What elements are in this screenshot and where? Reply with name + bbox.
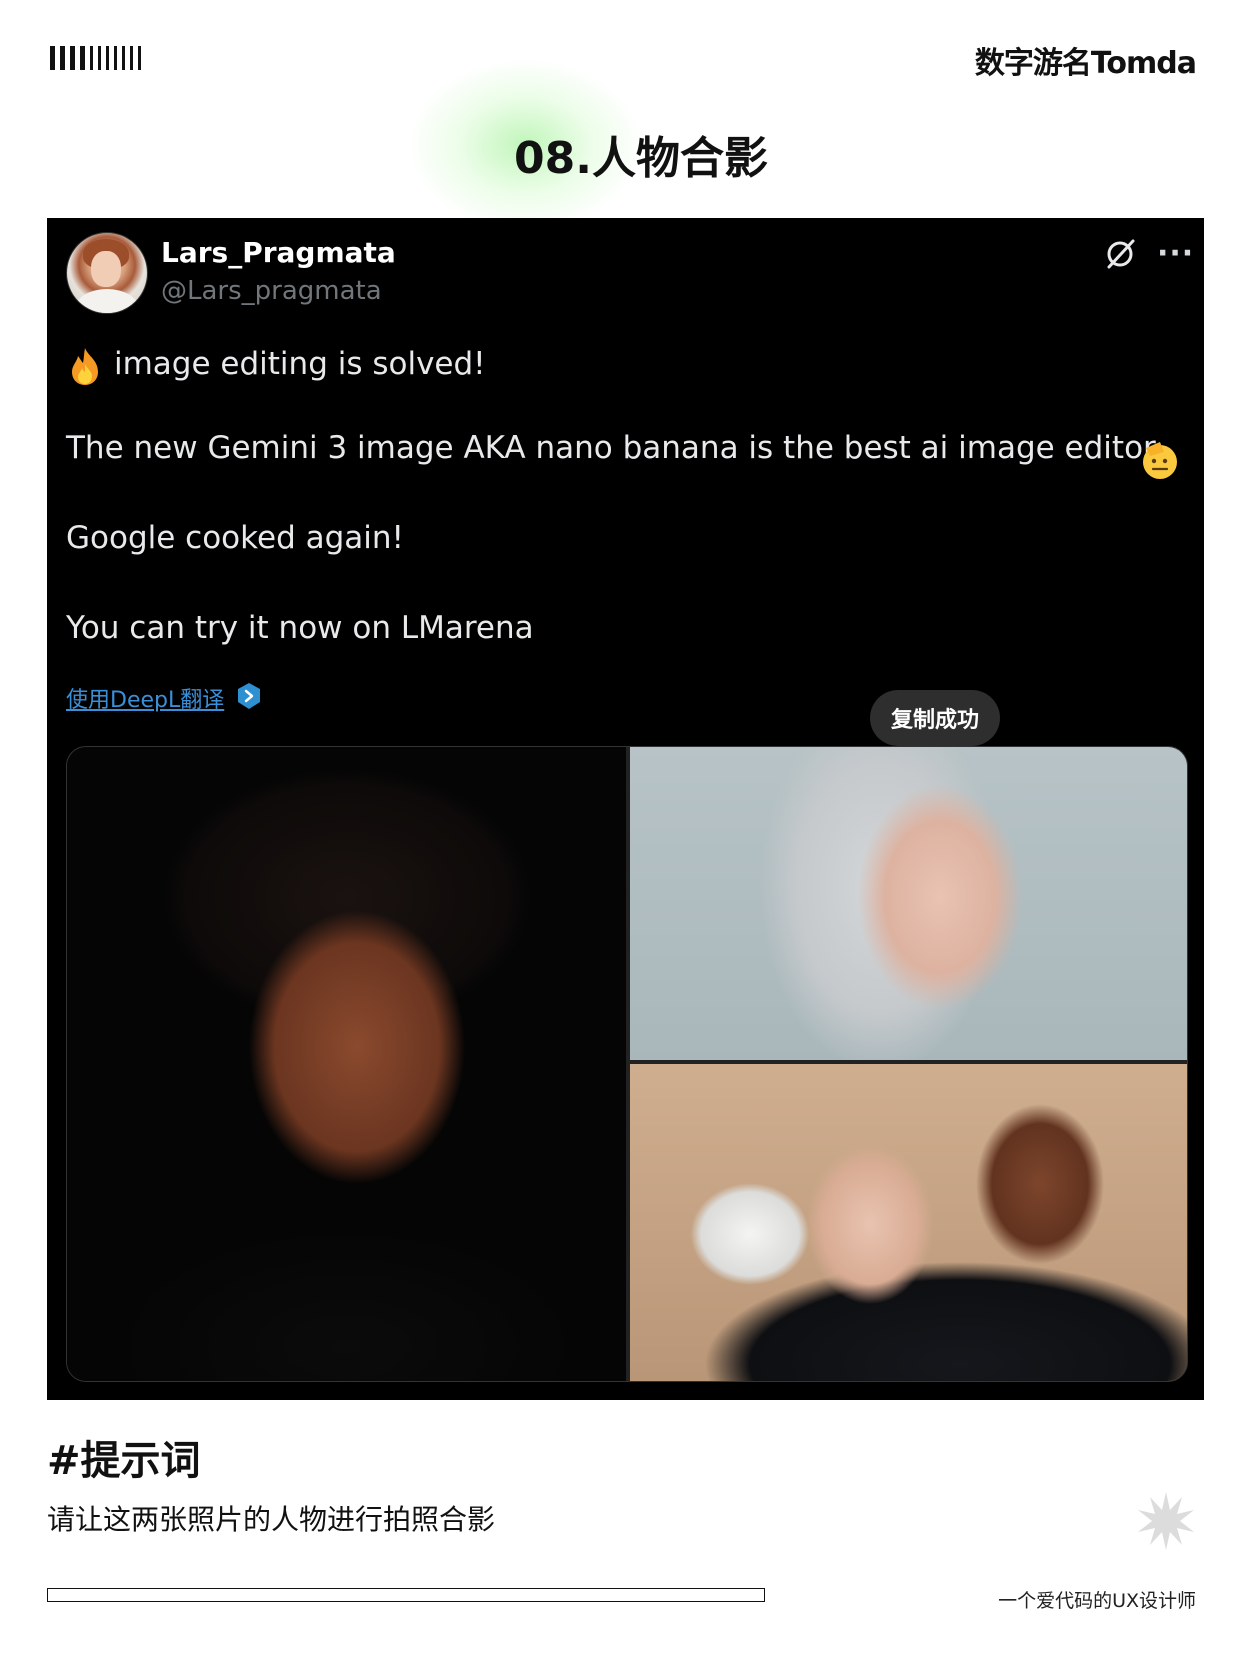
photo-portrait-left[interactable] [67, 747, 626, 1381]
brand-name: 数字游名Tomda [974, 46, 1197, 81]
tweet-card: Lars_Pragmata @Lars_pragmata ··· image e… [47, 218, 1204, 1400]
starburst-icon [1138, 1492, 1194, 1550]
section-title: 08.人物合影 [514, 133, 768, 184]
deepl-icon[interactable] [236, 682, 262, 710]
tweet-line-3: Google cooked again! [66, 520, 404, 556]
saluting-face-emoji-icon [1143, 442, 1177, 479]
barcode-icon [50, 46, 141, 70]
fire-emoji-icon [72, 348, 98, 385]
prompt-heading: #提示词 [47, 1438, 201, 1484]
grok-icon[interactable] [1102, 236, 1138, 272]
translate-link[interactable]: 使用DeepL翻译 [66, 682, 224, 714]
footer-note: 一个爱代码的UX设计师 [998, 1590, 1196, 1612]
tweet-line-1: image editing is solved! [114, 346, 486, 382]
more-icon[interactable]: ··· [1157, 236, 1194, 271]
copy-success-toast: 复制成功 [870, 690, 1000, 746]
prompt-body: 请让这两张照片的人物进行拍照合影 [47, 1503, 496, 1536]
photo-portrait-top-right[interactable] [630, 747, 1187, 1060]
avatar[interactable] [66, 232, 148, 314]
photo-selfie-bottom-right[interactable] [630, 1064, 1187, 1381]
tweet-line-4: You can try it now on LMarena [66, 610, 534, 646]
progress-box [47, 1588, 765, 1602]
display-name[interactable]: Lars_Pragmata [161, 236, 396, 269]
tweet-line-2: The new Gemini 3 image AKA nano banana i… [66, 430, 1156, 466]
handle[interactable]: @Lars_pragmata [161, 276, 382, 306]
media-grid[interactable] [66, 746, 1188, 1382]
